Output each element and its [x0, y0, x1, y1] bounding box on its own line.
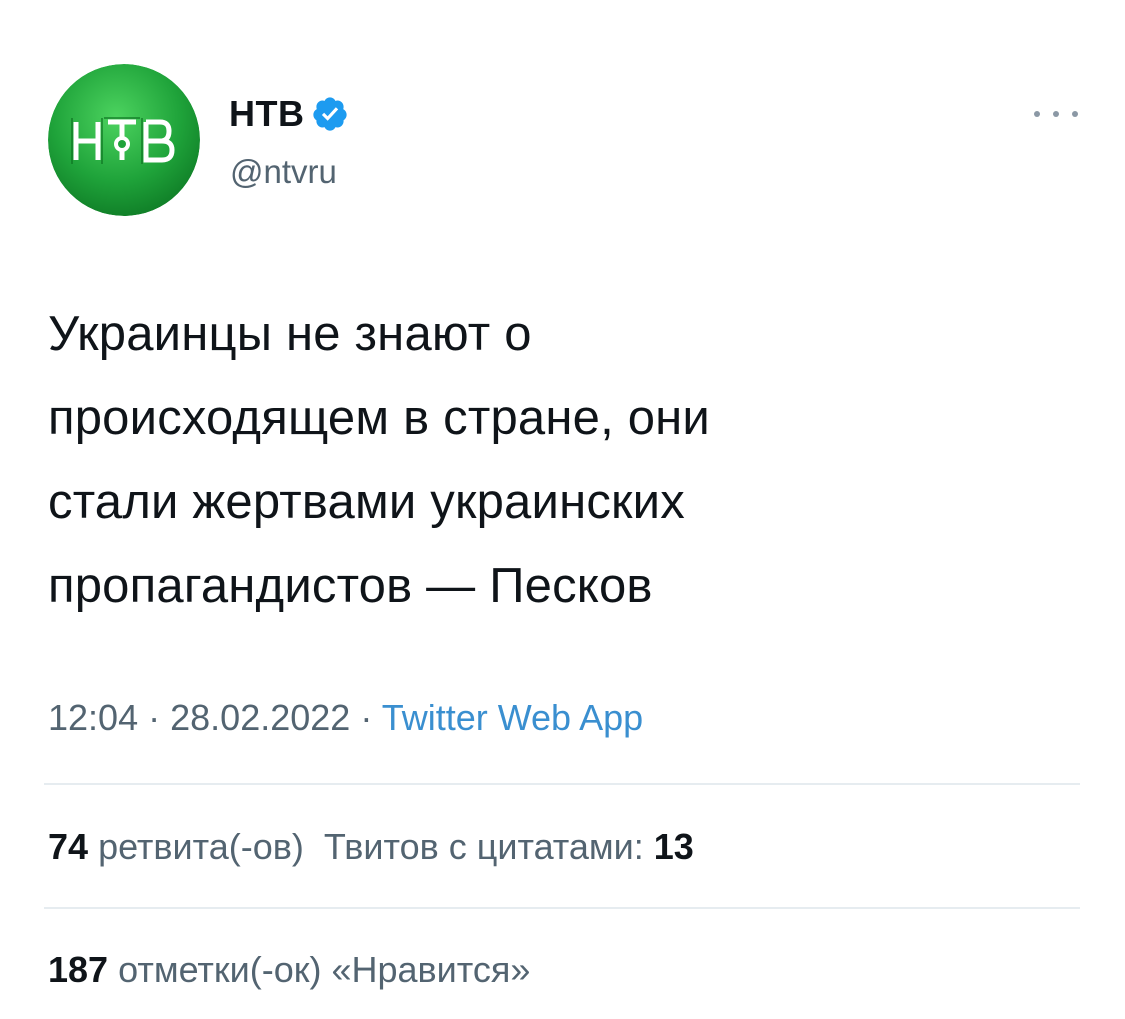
more-dot — [1072, 111, 1078, 117]
likes-stat[interactable]: 187 отметки(-ок) «Нравится» — [48, 949, 530, 990]
likes-label: отметки(-ок) «Нравится» — [118, 949, 531, 990]
divider — [44, 907, 1080, 909]
retweets-count: 74 — [48, 826, 89, 867]
display-name[interactable]: НТВ — [229, 94, 305, 134]
verified-badge-icon — [311, 95, 349, 133]
tweet-meta: 12:04 · 28.02.2022 · Twitter Web App — [48, 696, 643, 740]
quotes-count: 13 — [653, 826, 694, 867]
account-handle[interactable]: @ntvru — [230, 152, 337, 192]
more-dot — [1053, 111, 1059, 117]
divider — [44, 783, 1080, 785]
ntv-logo-icon — [48, 64, 200, 216]
tweet-date[interactable]: 28.02.2022 — [170, 697, 350, 738]
display-name-row[interactable]: НТВ — [229, 94, 349, 134]
avatar[interactable] — [48, 64, 200, 216]
tweet-header: НТВ @ntvru — [48, 64, 1078, 224]
likes-count: 187 — [48, 949, 109, 990]
tweet-text: Украинцы не знают о происходящем в стран… — [48, 307, 710, 613]
quotes-stat[interactable]: Твитов с цитатами: 13 — [324, 826, 694, 867]
meta-separator: · — [360, 697, 373, 738]
more-options-icon[interactable] — [1034, 100, 1078, 128]
engagement-row-likes: 187 отметки(-ок) «Нравится» — [48, 948, 530, 992]
engagement-row-retweets: 74 ретвита(-ов) Твитов с цитатами: 13 — [48, 825, 694, 869]
quotes-label: Твитов с цитатами: — [323, 826, 644, 867]
retweets-stat[interactable]: 74 ретвита(-ов) — [48, 826, 304, 867]
tweet-time[interactable]: 12:04 — [48, 697, 138, 738]
tweet-source-link[interactable]: Twitter Web App — [382, 697, 643, 738]
more-dot — [1034, 111, 1040, 117]
meta-separator: · — [148, 697, 161, 738]
retweets-label: ретвита(-ов) — [98, 826, 304, 867]
